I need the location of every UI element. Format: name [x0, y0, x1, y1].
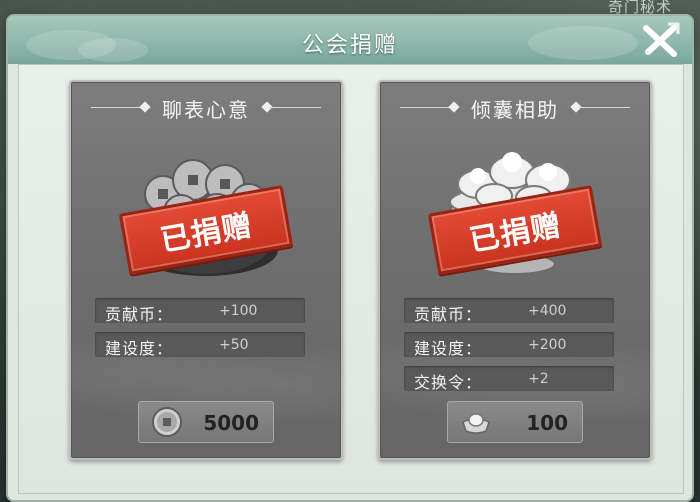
- stat-value: +200: [528, 337, 567, 353]
- stat-label: 贡献币：: [105, 305, 174, 324]
- cost-amount: 5000: [203, 411, 259, 435]
- card-title-row: 倾囊相助: [380, 92, 650, 122]
- dialog-title: 公会捐赠: [301, 33, 398, 58]
- stat-row-exchange-token: 交换令： +2: [404, 366, 614, 392]
- stat-label: 建设度：: [105, 339, 174, 358]
- close-x-icon: [643, 22, 680, 57]
- card-title: 聊表心意: [162, 98, 250, 122]
- donation-card-small[interactable]: 聊表心意 已捐赠 贡献币： +100 建设度： +50 5000: [69, 80, 343, 460]
- stat-value: +2: [528, 371, 549, 387]
- stat-row-construction: 建设度： +50: [95, 332, 305, 358]
- silver-ingot-icon: [462, 413, 490, 434]
- card-title-row: 聊表心意: [71, 92, 341, 122]
- donated-stamp-text: 已捐赠: [466, 208, 565, 259]
- stat-label: 交换令：: [414, 373, 483, 392]
- cost-amount: 100: [526, 411, 568, 435]
- stat-value: +100: [219, 303, 258, 319]
- stat-value: +400: [528, 303, 567, 319]
- stat-row-construction: 建设度： +200: [404, 332, 614, 358]
- stat-label: 贡献币：: [414, 305, 483, 324]
- stat-label: 建设度：: [414, 339, 483, 358]
- donation-card-large[interactable]: 倾囊相助 已捐赠 贡献币： +400 建设度： +200 交换令： +2 100: [378, 80, 652, 460]
- stat-value: +50: [219, 337, 249, 353]
- card-title: 倾囊相助: [471, 98, 559, 122]
- cost-box: 5000: [138, 401, 274, 443]
- donated-stamp-text: 已捐赠: [157, 208, 256, 259]
- close-button[interactable]: [640, 20, 682, 60]
- coin-icon: [152, 407, 182, 437]
- background-corner-label: 奇门秘术: [607, 0, 672, 16]
- stat-row-contribution: 贡献币： +400: [404, 298, 614, 324]
- dialog-title-bar: 公会捐赠: [8, 16, 692, 64]
- cost-box: 100: [447, 401, 583, 443]
- stat-row-contribution: 贡献币： +100: [95, 298, 305, 324]
